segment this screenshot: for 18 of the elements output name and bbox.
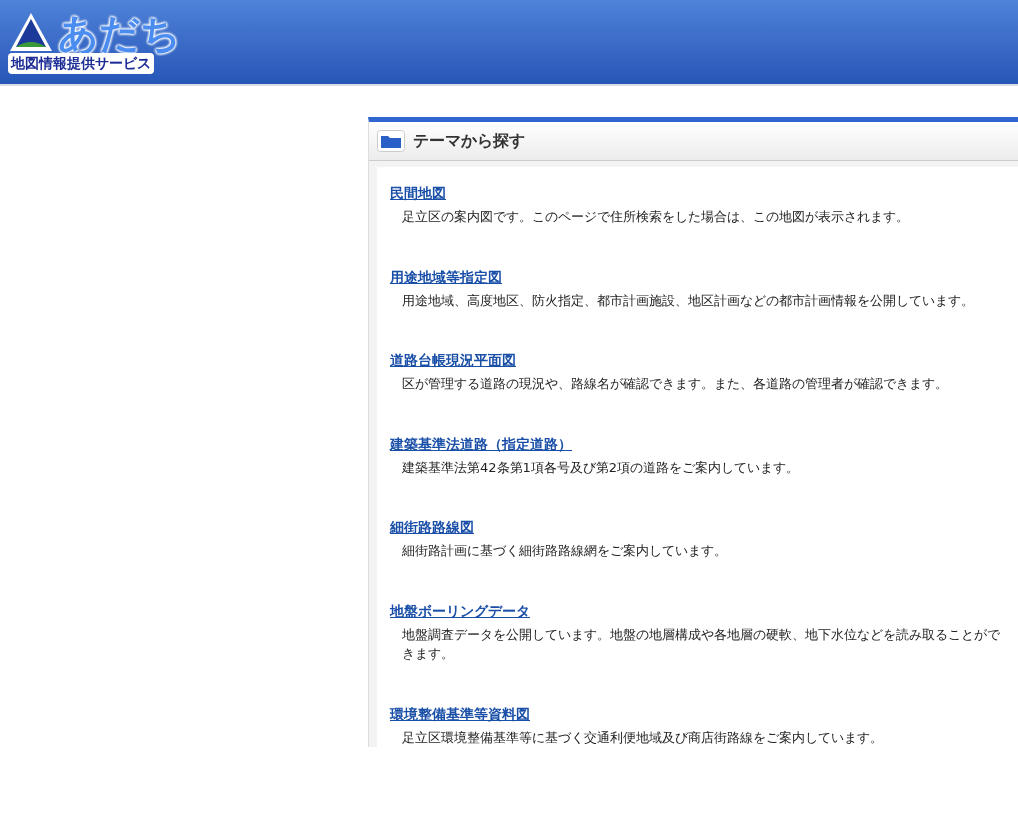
theme-description: 細街路計画に基づく細街路路線網をご案内しています。 bbox=[401, 542, 728, 560]
logo-subtitle: 地図情報提供サービス bbox=[8, 52, 154, 74]
panel-title: テーマから探す bbox=[413, 130, 525, 152]
folder-icon bbox=[377, 130, 405, 152]
theme-link[interactable]: 環境整備基準等資料図 bbox=[390, 705, 530, 722]
theme-link[interactable]: 民間地図 bbox=[390, 185, 446, 201]
theme-link[interactable]: 細街路路線図 bbox=[390, 519, 474, 535]
theme-description: 用途地域、高度地区、防火指定、都市計画施設、地区計画などの都市計画情報を公開しています。 bbox=[401, 291, 975, 310]
theme-link[interactable]: 用途地域等指定図 bbox=[390, 268, 502, 285]
logo-title: あだち bbox=[58, 12, 181, 53]
theme-description: 足立区環境整備基準等に基づく交通利便地域及び商店街路線をご案内しています。 bbox=[401, 728, 884, 747]
theme-description: 足立区の案内図です。このページで住所検索をした場合は、この地図が表示されます。 bbox=[401, 208, 910, 226]
theme-description: 建築基準法第42条第1項各号及び第2項の道路をご案内しています。 bbox=[401, 458, 801, 477]
theme-description: 区が管理する道路の現況や、路線名が確認できます。また、各道路の管理者が確認できます。 bbox=[401, 375, 949, 393]
theme-link[interactable]: 道路台帳現況平面図 bbox=[390, 352, 516, 368]
theme-description: 地盤調査データを公開しています。地盤の地層構成や各地層の硬軟、地下水位などを読み取ることができます。 bbox=[401, 625, 1001, 663]
theme-link[interactable]: 地盤ボーリングデータ bbox=[390, 602, 530, 619]
theme-link[interactable]: 建築基準法道路（指定道路） bbox=[390, 435, 572, 452]
